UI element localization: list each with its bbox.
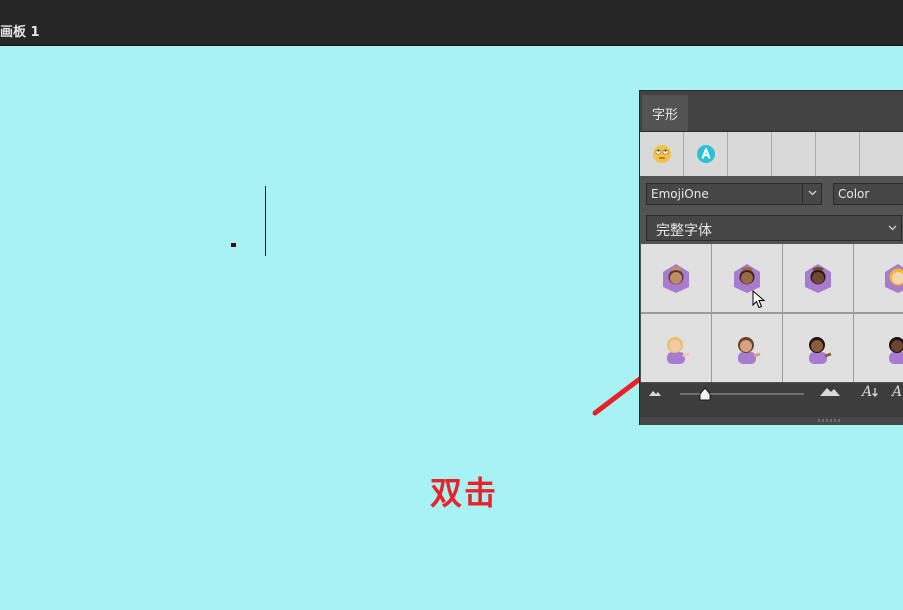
chevron-down-icon	[883, 216, 901, 240]
glyph-cell-woman-tipping-hand-dark[interactable]	[854, 314, 903, 382]
svg-text:A: A	[891, 384, 902, 399]
panel-resize-grip[interactable]	[640, 417, 903, 425]
woman-tipping-hand-emoji-icon	[667, 337, 690, 364]
font-style-dropdown[interactable]: Color	[833, 183, 903, 205]
font-family-dropdown[interactable]: EmojiOne	[646, 183, 822, 205]
slider-thumb[interactable]	[698, 387, 712, 401]
recently-used-glyphs	[640, 132, 903, 176]
glyph-cell-woman-tipping-hand-medium-dark[interactable]	[783, 314, 853, 382]
glyph-filter-dropdown[interactable]: 完整字体	[646, 215, 902, 241]
glyph-cell-woman-gesturing-ok-dark[interactable]	[783, 244, 853, 312]
letter-a-circle-icon	[696, 145, 715, 163]
chevron-down-icon	[802, 184, 821, 204]
woman-tipping-hand-emoji-icon	[738, 337, 761, 364]
recent-glyph-empty[interactable]	[860, 132, 903, 176]
glyph-grid	[641, 244, 903, 382]
increase-glyph-size-icon[interactable]: A	[861, 383, 881, 399]
font-family-value: EmojiOne	[651, 187, 709, 201]
svg-text:A: A	[861, 384, 872, 399]
recent-glyph-empty[interactable]	[772, 132, 816, 176]
panel-tab-bar: 字形	[640, 91, 903, 132]
recent-glyph-rolling-eyes[interactable]	[640, 132, 684, 176]
glyph-cell-woman-tipping-hand-medium[interactable]	[712, 314, 782, 382]
glyph-cell-woman-gesturing-ok-medium-dark[interactable]	[712, 244, 782, 312]
woman-gesturing-ok-emoji-icon	[885, 264, 903, 293]
woman-tipping-hand-emoji-icon	[809, 337, 832, 364]
tab-glyphs[interactable]: 字形	[642, 95, 688, 131]
glyphs-panel: 字形 EmojiOne Color 完整字体 A A	[639, 90, 903, 425]
woman-gesturing-ok-emoji-icon	[805, 264, 831, 293]
grip-dots	[818, 419, 842, 422]
large-mountain-icon[interactable]	[819, 385, 841, 397]
decrease-glyph-size-icon[interactable]: A	[891, 383, 903, 399]
recent-glyph-empty[interactable]	[728, 132, 772, 176]
recent-glyph-letter-a[interactable]	[684, 132, 728, 176]
glyph-cell-woman-gesturing-ok-light[interactable]	[854, 244, 903, 312]
rolling-eyes-emoji-icon	[652, 145, 671, 163]
small-mountain-icon[interactable]	[648, 389, 662, 397]
panel-footer: A A	[640, 383, 903, 417]
mouse-pointer-icon	[752, 290, 766, 309]
font-style-value: Color	[838, 187, 870, 201]
recent-glyph-empty[interactable]	[816, 132, 860, 176]
woman-tipping-hand-emoji-icon	[889, 337, 903, 364]
glyph-cell-woman-gesturing-ok-medium[interactable]	[641, 244, 711, 312]
glyph-cell-woman-tipping-hand-light[interactable]	[641, 314, 711, 382]
woman-gesturing-ok-emoji-icon	[663, 264, 689, 293]
glyph-filter-value: 完整字体	[656, 223, 712, 239]
